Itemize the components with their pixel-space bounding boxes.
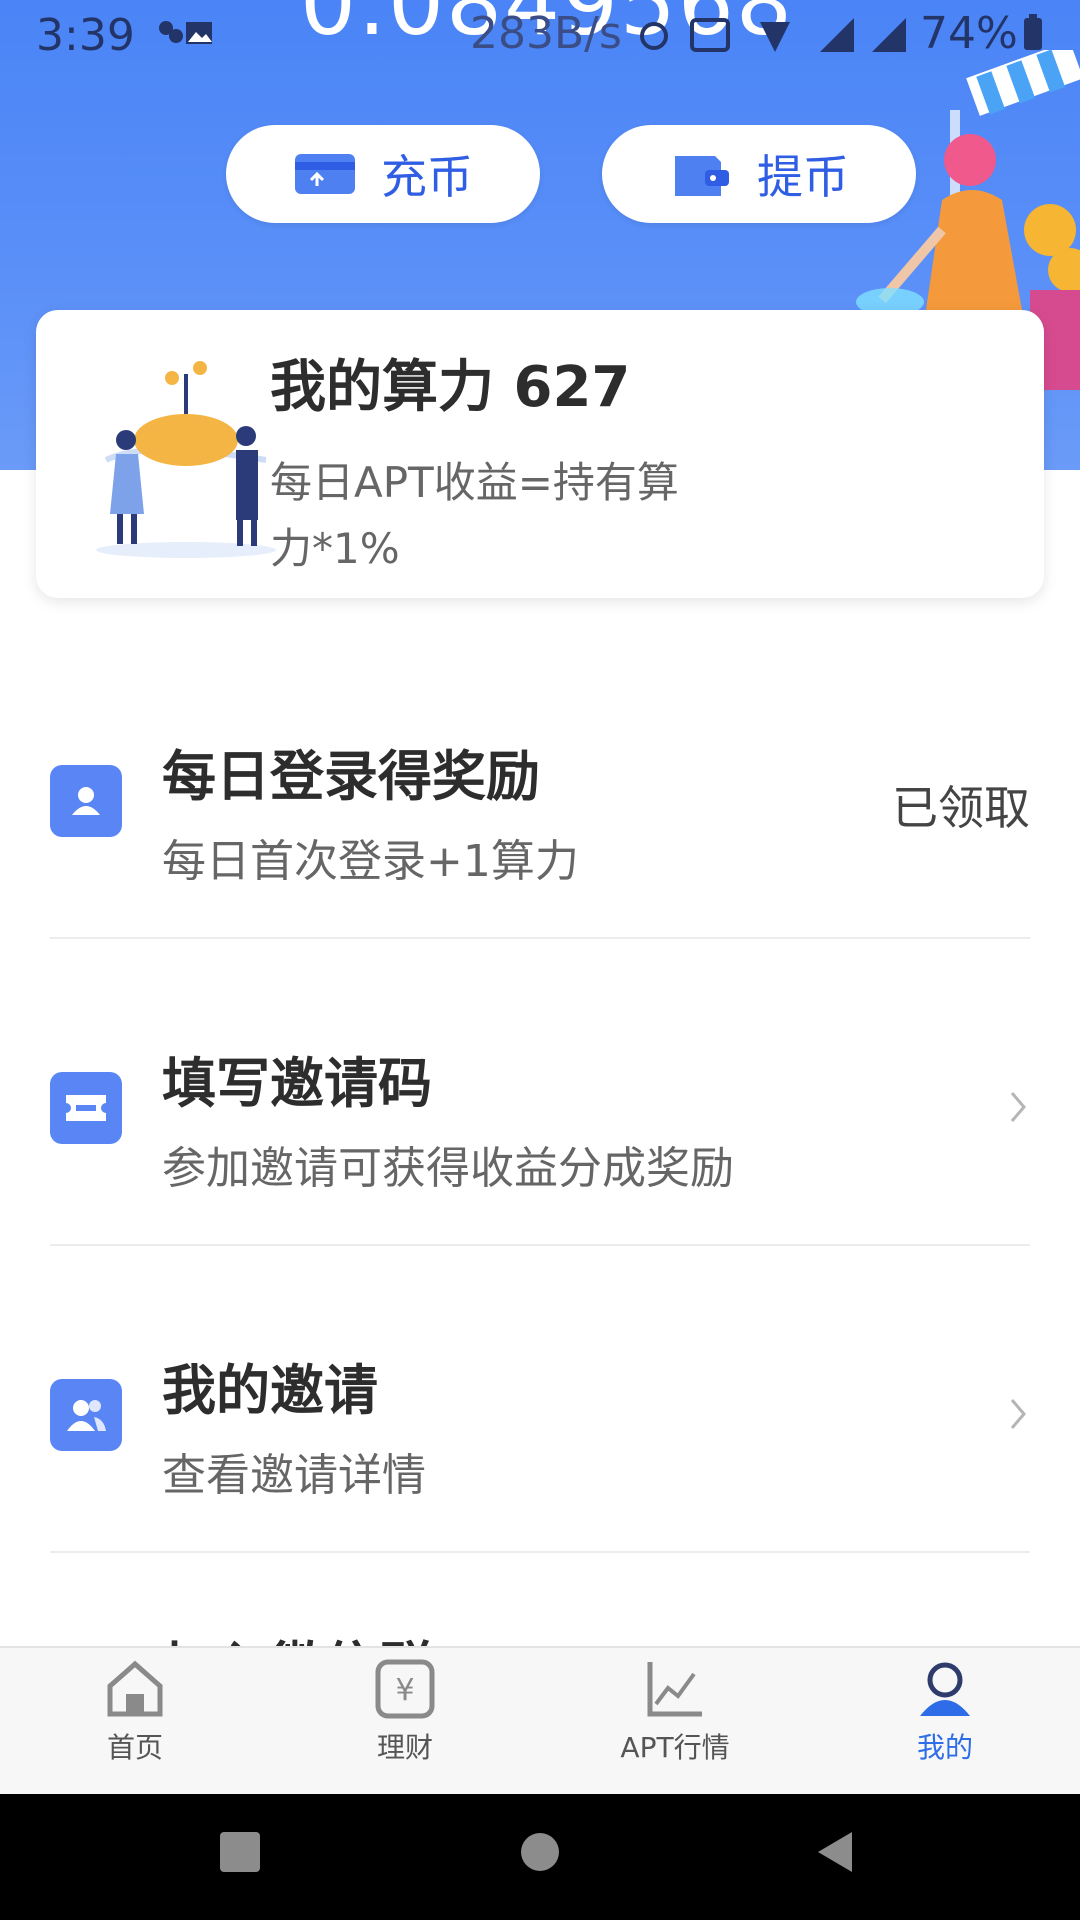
ticket-icon — [50, 1072, 122, 1144]
card-icon — [295, 154, 355, 194]
item-title: 每日登录得奖励 — [162, 745, 540, 808]
tab-home[interactable]: 首页 — [0, 1648, 270, 1796]
claimed-status: 已领取 — [892, 781, 1030, 835]
home-button-icon[interactable] — [520, 1832, 560, 1872]
item-title: 填写邀请码 — [162, 1052, 432, 1115]
finance-icon: ¥ — [375, 1659, 435, 1719]
item-subtitle: 查看邀请详情 — [162, 1450, 426, 1501]
system-navigation-bar — [0, 1794, 1080, 1920]
tab-label: 我的 — [916, 1731, 973, 1764]
list-item-invite-code[interactable]: 填写邀请码 参加邀请可获得收益分成奖励 — [50, 939, 1030, 1246]
chevron-right-icon — [1010, 1399, 1026, 1429]
hash-power-card: 我的算力 627 每日APT收益=持有算力*1% — [36, 310, 1044, 598]
profile-icon — [920, 1662, 970, 1716]
chart-icon — [647, 1662, 702, 1717]
list-item-daily-login[interactable]: 每日登录得奖励 每日首次登录+1算力 已领取 — [50, 632, 1030, 939]
battery-percentage: 74% — [920, 8, 1018, 59]
hash-power-description: 每日APT收益=持有算力*1% — [270, 458, 679, 573]
tab-apt-market[interactable]: APT行情 — [540, 1648, 810, 1796]
net-speed: 283B/s — [470, 8, 622, 59]
battery-icon — [1024, 14, 1042, 50]
hash-power-title: 我的算力 627 — [270, 355, 631, 420]
item-subtitle: 每日首次登录+1算力 — [162, 836, 579, 887]
chevron-right-icon — [1010, 1092, 1026, 1122]
deposit-label: 充币 — [381, 150, 473, 204]
status-bar: 3:39 283B/s 74% — [0, 0, 1080, 70]
status-time: 3:39 — [36, 10, 135, 61]
tab-label: APT行情 — [620, 1731, 730, 1764]
investment-illustration-icon — [96, 361, 276, 558]
notification-icons — [159, 21, 212, 44]
tab-label: 理财 — [376, 1731, 433, 1764]
tab-profile[interactable]: 我的 — [810, 1648, 1080, 1796]
recents-button-icon[interactable] — [220, 1832, 260, 1872]
users-icon — [50, 1379, 122, 1451]
item-title: 我的邀请 — [162, 1359, 378, 1422]
home-icon — [107, 1660, 163, 1717]
deposit-button[interactable]: 充币 — [226, 125, 540, 223]
svg-text:¥: ¥ — [395, 1673, 414, 1708]
withdraw-button[interactable]: 提币 — [602, 125, 916, 223]
back-button-icon[interactable] — [816, 1832, 856, 1872]
wallet-icon — [675, 156, 729, 196]
tab-label: 首页 — [106, 1731, 163, 1764]
user-icon — [50, 765, 122, 837]
bottom-tab-bar: 首页 ¥ 理财 APT行情 我的 — [0, 1646, 1080, 1796]
withdraw-label: 提币 — [757, 150, 849, 204]
tab-finance[interactable]: ¥ 理财 — [270, 1648, 540, 1796]
list-item-my-invites[interactable]: 我的邀请 查看邀请详情 — [50, 1246, 1030, 1553]
item-subtitle: 参加邀请可获得收益分成奖励 — [162, 1143, 734, 1194]
